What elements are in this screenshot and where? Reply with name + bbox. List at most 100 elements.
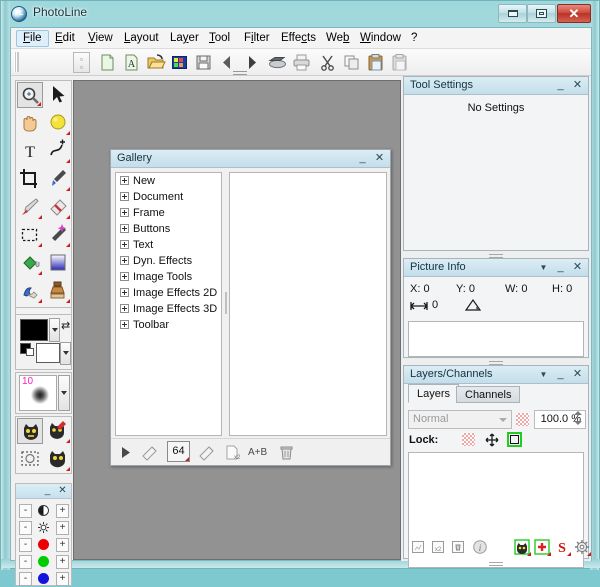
expand-icon[interactable]: [120, 208, 129, 217]
text-tool[interactable]: T: [17, 138, 43, 164]
play-icon[interactable]: [119, 443, 133, 462]
close-button[interactable]: ✕: [570, 78, 585, 93]
hand-tool[interactable]: [17, 110, 43, 136]
picture-info-titlebar[interactable]: Picture Info ▼ _ ✕: [404, 259, 588, 277]
menu-layer[interactable]: Layer: [164, 30, 205, 47]
paste-into-icon[interactable]: [389, 52, 410, 73]
panel-menu-button[interactable]: ▼: [536, 260, 551, 275]
foreground-dropdown[interactable]: [49, 318, 60, 342]
apply-entry-icon[interactable]: [198, 443, 217, 462]
title-bar[interactable]: PL PhotoLine ✕: [1, 1, 600, 27]
minimize-button[interactable]: _: [355, 151, 370, 166]
minimize-button[interactable]: _: [553, 78, 568, 93]
green-plus-button[interactable]: +: [56, 555, 69, 569]
expand-icon[interactable]: [120, 288, 129, 297]
clone-stamp-tool[interactable]: [45, 278, 71, 304]
menu-web[interactable]: Web: [320, 30, 355, 47]
expand-icon[interactable]: [120, 256, 129, 265]
lock-transparency-icon[interactable]: [462, 433, 475, 446]
blue-plus-button[interactable]: +: [56, 572, 69, 586]
menu-filter[interactable]: Filter: [238, 30, 276, 47]
dock-splitter[interactable]: [489, 359, 503, 364]
minimize-button[interactable]: _: [553, 260, 568, 275]
duplicate-layer-icon[interactable]: x2: [430, 539, 446, 555]
menu-window[interactable]: Window: [354, 30, 407, 47]
minimize-button[interactable]: _: [553, 367, 568, 382]
minimize-button[interactable]: _: [40, 483, 55, 498]
close-button[interactable]: ✕: [372, 151, 387, 166]
background-color-swatch[interactable]: [36, 343, 60, 363]
mask-edit-tool[interactable]: [17, 418, 43, 444]
menu-tool[interactable]: Tool: [203, 30, 236, 47]
browse-images-icon[interactable]: [169, 52, 190, 73]
transparency-checker-icon[interactable]: [516, 413, 529, 426]
new-document-icon[interactable]: [97, 52, 118, 73]
close-button[interactable]: ✕: [570, 260, 585, 275]
open-folder-icon[interactable]: [145, 52, 166, 73]
circle-shape-tool[interactable]: [45, 110, 71, 136]
new-text-document-icon[interactable]: A: [121, 52, 142, 73]
contrast-minus-button[interactable]: -: [19, 504, 32, 518]
list-item[interactable]: Text: [116, 237, 221, 253]
eyedropper-tool[interactable]: [45, 166, 71, 192]
gallery-preview-pane[interactable]: [229, 172, 387, 436]
list-item[interactable]: Toolbar: [116, 317, 221, 333]
expand-icon[interactable]: [120, 320, 129, 329]
blue-minus-button[interactable]: -: [19, 572, 32, 586]
expand-icon[interactable]: [120, 176, 129, 185]
edit-entry-icon[interactable]: [141, 443, 160, 462]
mask-layer-tool[interactable]: [45, 446, 71, 472]
menu-help[interactable]: ?: [405, 30, 423, 47]
lock-position-icon[interactable]: [485, 433, 499, 447]
cut-icon[interactable]: [317, 52, 338, 73]
red-plus-button[interactable]: +: [56, 538, 69, 552]
list-item[interactable]: New: [116, 173, 221, 189]
dock-splitter[interactable]: [489, 560, 503, 565]
tool-settings-titlebar[interactable]: Tool Settings _ ✕: [404, 77, 588, 95]
list-item[interactable]: Buttons: [116, 221, 221, 237]
copy-icon[interactable]: [341, 52, 362, 73]
gallery-titlebar[interactable]: Gallery _ ✕: [111, 150, 390, 168]
foreground-color-swatch[interactable]: [20, 319, 48, 341]
crop-tool[interactable]: [17, 166, 43, 192]
default-colors-icon[interactable]: [20, 343, 31, 354]
dock-splitter[interactable]: [489, 252, 503, 257]
add-adjustment-layer-icon[interactable]: [534, 539, 550, 555]
blend-mode-select[interactable]: Normal: [408, 410, 512, 429]
expand-icon[interactable]: [120, 240, 129, 249]
mask-paint-tool[interactable]: [45, 418, 71, 444]
lock-all-icon[interactable]: [507, 432, 522, 447]
list-item[interactable]: Frame: [116, 205, 221, 221]
new-layer-icon[interactable]: [410, 539, 426, 555]
magic-wand-tool[interactable]: [45, 222, 71, 248]
red-minus-button[interactable]: -: [19, 538, 32, 552]
save-icon[interactable]: [193, 52, 214, 73]
close-button[interactable]: ✕: [557, 4, 591, 23]
delete-layer-icon[interactable]: [450, 539, 466, 555]
opacity-stepper[interactable]: [574, 410, 586, 429]
list-item[interactable]: Dyn. Effects: [116, 253, 221, 269]
workspace-mdi-area[interactable]: Gallery _ ✕ New Document Frame Buttons T…: [73, 80, 401, 560]
brush-preview[interactable]: 10: [19, 375, 57, 411]
menu-edit[interactable]: Edit: [49, 30, 81, 47]
vector-path-tool[interactable]: [45, 138, 71, 164]
background-dropdown[interactable]: [60, 342, 71, 365]
duplicate-x2-icon[interactable]: x2: [223, 443, 242, 462]
smudge-tool[interactable]: [17, 278, 43, 304]
combine-entries-button[interactable]: A+B: [248, 443, 272, 462]
close-button[interactable]: ✕: [570, 367, 585, 382]
menu-view[interactable]: View: [82, 30, 119, 47]
menu-effects[interactable]: Effects: [275, 30, 322, 47]
eraser-tool[interactable]: [45, 194, 71, 220]
layers-titlebar[interactable]: Layers/Channels ▼ _ ✕: [404, 366, 588, 384]
expand-icon[interactable]: [120, 192, 129, 201]
close-button[interactable]: ✕: [55, 483, 70, 498]
print-icon[interactable]: [291, 52, 312, 73]
paste-icon[interactable]: [365, 52, 386, 73]
swap-colors-icon[interactable]: ⇄: [61, 319, 70, 332]
brightness-plus-button[interactable]: +: [56, 521, 69, 535]
tab-layers[interactable]: Layers: [408, 384, 459, 403]
tab-channels[interactable]: Channels: [456, 386, 520, 403]
layer-info-icon[interactable]: i: [472, 539, 488, 555]
expand-icon[interactable]: [120, 224, 129, 233]
